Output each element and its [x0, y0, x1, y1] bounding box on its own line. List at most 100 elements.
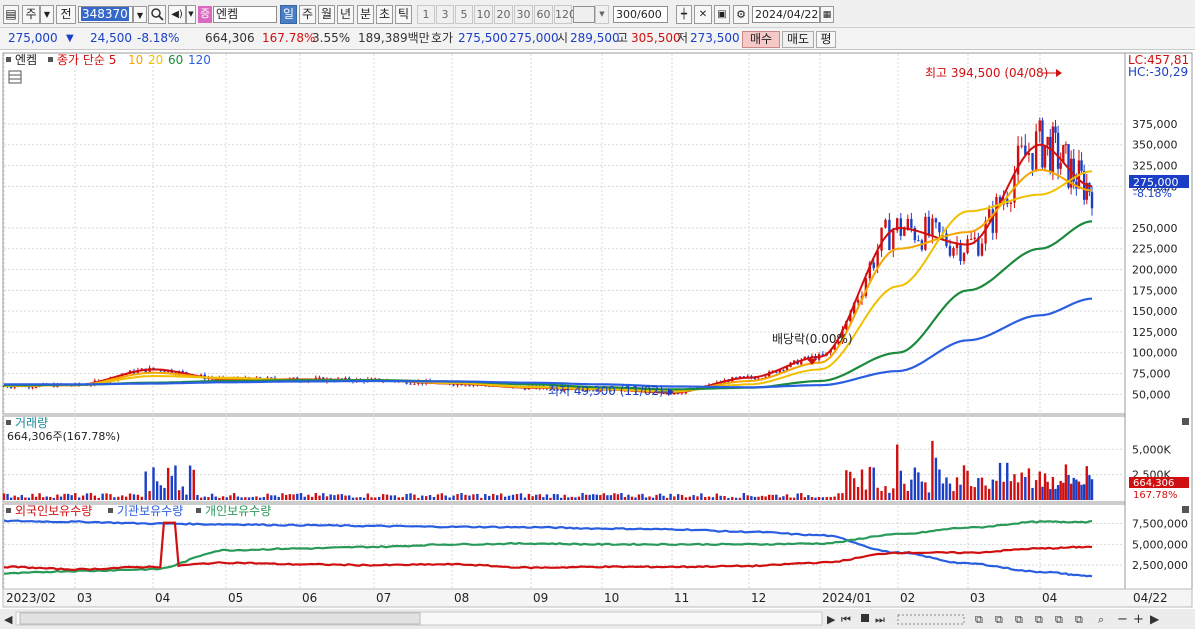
volume-bar — [803, 497, 807, 500]
volume-bar — [232, 493, 236, 500]
zoom-window-icon[interactable]: ⧉ — [1035, 613, 1043, 626]
volume-bar — [613, 493, 616, 500]
zoom-window-icon[interactable]: ⧉ — [1075, 613, 1083, 626]
save-icon[interactable]: ▣ — [714, 5, 730, 24]
volume-bar — [159, 485, 163, 500]
volume-bar — [810, 497, 814, 500]
volume-bar — [771, 494, 774, 500]
interval-button[interactable]: 60 — [534, 5, 553, 24]
volume-bar — [214, 496, 217, 500]
volume-bar — [385, 494, 389, 500]
price-tick-label: 325,000 — [1132, 160, 1178, 173]
sell-button[interactable]: 매도 — [782, 31, 814, 48]
candle-type-icon[interactable]: ┿ — [676, 5, 692, 24]
rewind-icon[interactable]: ⏮ — [841, 613, 851, 626]
volume-bar — [584, 494, 588, 500]
zoom-window-icon[interactable]: ⧉ — [1015, 613, 1023, 626]
speaker-icon[interactable]: ◀) — [168, 5, 186, 24]
interval-button[interactable]: 30 — [514, 5, 533, 24]
volume-bar — [218, 497, 221, 500]
zoom-window-icon[interactable]: ⧉ — [975, 613, 983, 626]
volume-bar — [495, 495, 499, 500]
volume-bar — [917, 472, 920, 500]
volume-bar — [778, 497, 782, 500]
market-select[interactable]: 주 — [22, 5, 40, 24]
evaluate-button[interactable]: 평 — [816, 31, 836, 48]
custom-interval-field[interactable] — [573, 6, 595, 23]
stock-code-input[interactable]: 348370 — [78, 6, 133, 23]
chart-scroll-right-icon[interactable]: ▶ — [1150, 612, 1160, 626]
zoom-out-icon[interactable]: − — [1117, 612, 1128, 627]
volume-bar — [746, 495, 749, 500]
volume-bar — [136, 494, 140, 500]
volume-bar — [381, 494, 385, 500]
panel-close-icon[interactable] — [1182, 418, 1189, 425]
panel-close-icon[interactable] — [1182, 506, 1189, 513]
chart-canvas[interactable]: 7,500,0005,000,0002,500,000 5,000K2,500K… — [0, 51, 1195, 629]
scroll-right-icon[interactable]: ▶ — [827, 613, 836, 626]
volume-bar — [13, 495, 16, 500]
custom-interval-dropdown-icon[interactable]: ▼ — [595, 5, 609, 24]
zoom-in-icon[interactable]: + — [1133, 612, 1144, 627]
interval-button[interactable]: 20 — [494, 5, 513, 24]
layout-icon[interactable]: ▤ — [3, 5, 19, 24]
interval-button[interactable]: 10 — [474, 5, 493, 24]
interval-button[interactable]: 3 — [436, 5, 454, 24]
holdings-tick-label: 5,000,000 — [1132, 538, 1188, 551]
fast-forward-icon[interactable]: ⏭ — [875, 613, 885, 626]
calendar-icon[interactable]: ▦ — [820, 6, 834, 23]
volume-bar — [825, 497, 828, 500]
stock-chart[interactable]: 7,500,000 5,000,000 2,500,000 5,000K 2,500K… — [0, 51, 1195, 629]
prev-button[interactable]: 전 — [56, 5, 76, 24]
bid-label: 호가 — [431, 31, 454, 45]
volume-bar — [559, 497, 563, 500]
volume-bar — [906, 490, 910, 500]
volume-bar — [623, 497, 627, 500]
scrollbar-thumb[interactable] — [19, 612, 421, 625]
volume-bar — [648, 496, 651, 500]
grid-table-icon[interactable] — [8, 70, 22, 84]
data-count-field[interactable]: 300/600 — [613, 6, 668, 23]
change-value: 24,500 — [90, 31, 132, 45]
volume-bar — [782, 496, 785, 500]
interval-button[interactable]: 1 — [417, 5, 435, 24]
candle-body — [31, 387, 34, 389]
legend-marker-icon — [108, 508, 113, 513]
period-tab-week[interactable]: 주 — [299, 5, 316, 24]
low-annotation: 최저 49,300 (11/02) — [548, 384, 664, 398]
volume-bar — [637, 494, 641, 500]
volume-bar — [796, 493, 799, 500]
period-tab-minute[interactable]: 분 — [357, 5, 374, 24]
holdings-tick-label: 2,500,000 — [1132, 559, 1188, 572]
date-field[interactable]: 2024/04/22 — [752, 6, 820, 23]
gear-icon[interactable]: ⚙ — [733, 5, 749, 24]
interval-button[interactable]: 120 — [554, 5, 576, 24]
crosshair-icon[interactable]: ✕ — [694, 5, 712, 24]
period-tab-month[interactable]: 월 — [318, 5, 335, 24]
zoom-window-icon[interactable]: ⧉ — [1055, 613, 1063, 626]
period-tab-second[interactable]: 초 — [376, 5, 393, 24]
period-tab-year[interactable]: 년 — [337, 5, 354, 24]
volume-bar — [476, 493, 479, 500]
stock-name-field[interactable]: 엔켐 — [213, 6, 277, 23]
volume-bar — [310, 496, 314, 500]
period-tab-day[interactable]: 일 — [280, 5, 297, 24]
volume-bar — [775, 494, 778, 500]
search-icon[interactable] — [148, 5, 166, 24]
buy-button[interactable]: 매수 — [742, 31, 780, 48]
volume-bar — [277, 496, 280, 500]
search-zoom-icon[interactable]: ⌕ — [1098, 613, 1104, 626]
volume-bar — [440, 493, 444, 500]
interval-button[interactable]: 5 — [455, 5, 473, 24]
speaker-dropdown-icon[interactable]: ▼ — [186, 5, 196, 24]
stop-icon[interactable] — [861, 614, 869, 622]
period-tab-tick[interactable]: 틱 — [395, 5, 412, 24]
volume-bar — [203, 496, 206, 500]
volume-bar — [998, 462, 1002, 500]
volume-bar — [662, 495, 665, 500]
zoom-window-icon[interactable]: ⧉ — [995, 613, 1003, 626]
market-dropdown-icon[interactable]: ▼ — [40, 5, 54, 24]
stock-code-dropdown-icon[interactable]: ▼ — [133, 6, 147, 23]
scroll-left-icon[interactable]: ◀ — [4, 613, 13, 626]
volume-bar — [658, 493, 662, 500]
